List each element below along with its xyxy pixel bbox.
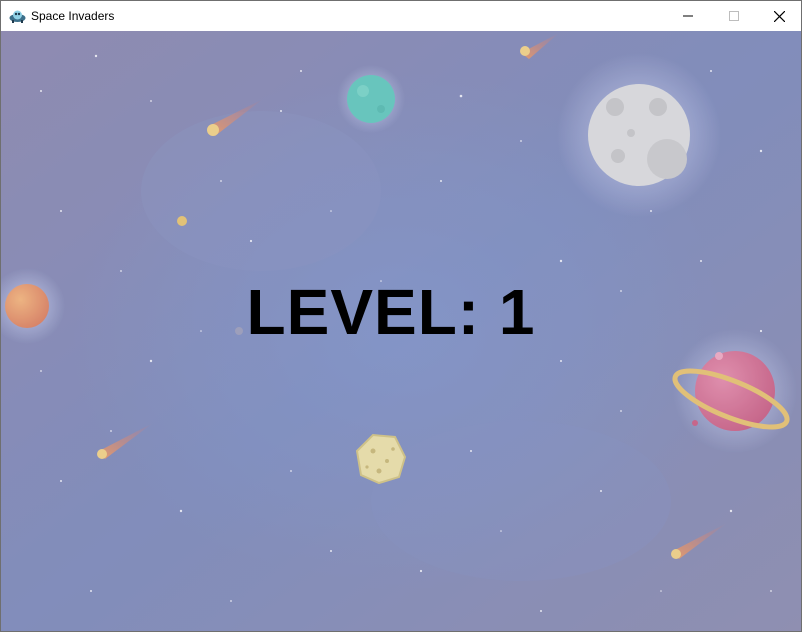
level-indicator: LEVEL: 1	[246, 276, 536, 348]
minimize-button[interactable]	[665, 1, 711, 31]
space-invader-icon	[9, 10, 26, 23]
close-button[interactable]	[756, 1, 802, 31]
maximize-button[interactable]	[711, 1, 757, 31]
maximize-icon	[729, 11, 739, 21]
close-icon	[774, 11, 785, 22]
minimize-icon	[683, 15, 693, 17]
app-window: Space Invaders LEVEL: 1	[0, 0, 802, 632]
window-title: Space Invaders	[31, 9, 115, 23]
title-bar[interactable]: Space Invaders	[1, 1, 801, 31]
game-canvas[interactable]: LEVEL: 1	[1, 31, 801, 631]
